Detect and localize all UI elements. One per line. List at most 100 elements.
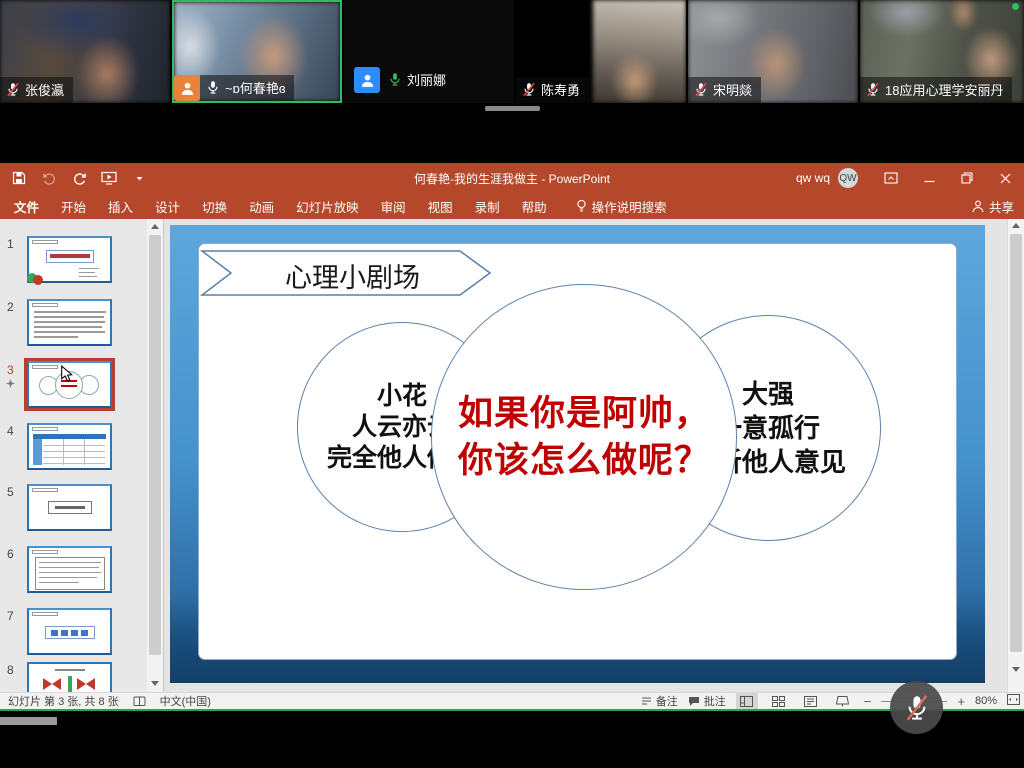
participant-tile[interactable]: 18应用心理学安丽丹: [860, 0, 1024, 103]
slide-thumbnail-7[interactable]: [27, 608, 112, 655]
reading-view-button[interactable]: [800, 693, 822, 709]
notes-toggle[interactable]: 备注: [641, 693, 678, 709]
slide-number: 2: [7, 300, 14, 314]
slide-number: 7: [7, 609, 14, 623]
participant-name: 宋明燚: [713, 80, 752, 99]
slide-thumbnail-1[interactable]: [27, 236, 112, 283]
close-button[interactable]: [986, 163, 1024, 193]
slide-title[interactable]: 心理小剧场: [270, 256, 435, 295]
tab-review[interactable]: 审阅: [370, 193, 417, 219]
participant-tile[interactable]: 陈寿勇: [516, 0, 686, 103]
comments-toggle[interactable]: 批注: [688, 693, 726, 709]
customize-qat-dropdown[interactable]: [130, 168, 148, 188]
muted-mic-icon: [904, 693, 930, 723]
zoom-level[interactable]: 80%: [975, 695, 997, 707]
tab-animations[interactable]: 动画: [238, 193, 285, 219]
tab-slideshow[interactable]: 幻灯片放映: [285, 193, 370, 219]
slide-thumbnail-8[interactable]: [27, 662, 112, 692]
slide-number: 6: [7, 547, 14, 561]
person-icon: [359, 72, 376, 89]
center-question-circle[interactable]: 如果你是阿帅， 你该怎么做呢？: [431, 284, 737, 590]
participant-tile[interactable]: 张俊瀛: [0, 0, 170, 103]
question-line2: 你该怎么做呢？: [458, 437, 710, 484]
ribbon-tab-row: 文件 开始 插入 设计 切换 动画 幻灯片放映 审阅 视图 录制 帮助 操作说明…: [0, 193, 1024, 219]
redo-button[interactable]: [70, 168, 88, 188]
participant-tile-video-off[interactable]: 刘丽娜: [344, 0, 514, 103]
title-bar: 何春艳-我的生涯我做主 - PowerPoint qw wq QW: [0, 163, 1024, 193]
slideshow-view-button[interactable]: [832, 693, 854, 709]
undo-button[interactable]: [40, 168, 58, 188]
account-name[interactable]: qw wq: [796, 171, 830, 185]
participant-tile-active-speaker[interactable]: ~ɒ何春艳ɞ: [172, 0, 342, 103]
tab-transitions[interactable]: 切换: [191, 193, 238, 219]
video-strip-drag-handle[interactable]: [485, 106, 540, 111]
person-icon: [972, 200, 984, 213]
slide-thumbnail-5[interactable]: [27, 484, 112, 531]
muted-mic-icon: [522, 82, 536, 97]
slide-thumbnail-4[interactable]: [27, 423, 112, 470]
participant-tile[interactable]: 宋明燚: [688, 0, 858, 103]
participant-name: 18应用心理学安丽丹: [885, 80, 1003, 99]
scroll-up-arrow[interactable]: [1012, 223, 1020, 228]
editing-area: 1 2 3: [0, 219, 1024, 692]
scroll-down-arrow[interactable]: [1012, 667, 1020, 672]
left-circle-line1: 小花: [377, 381, 427, 412]
language-indicator[interactable]: 中文(中国): [160, 693, 211, 709]
tab-record[interactable]: 录制: [464, 193, 511, 219]
participant-name: ~ɒ何春艳ɞ: [225, 78, 285, 97]
participant-name-label: 宋明燚: [688, 77, 761, 103]
ribbon-display-options-button[interactable]: [872, 163, 910, 193]
connection-dot: [1012, 3, 1019, 10]
lightbulb-icon: [576, 199, 587, 213]
slide-sorter-view-button[interactable]: [768, 693, 790, 709]
slide-number: 1: [7, 237, 14, 251]
scrollbar-thumb[interactable]: [1010, 234, 1022, 652]
accessibility-check-icon[interactable]: [133, 696, 146, 707]
participant-name-label: 陈寿勇: [516, 77, 589, 103]
participant-name: 陈寿勇: [541, 80, 580, 99]
slide-thumbnail-6[interactable]: [27, 546, 112, 593]
participant-name-label: ~ɒ何春艳ɞ: [200, 75, 294, 101]
tab-insert[interactable]: 插入: [97, 193, 144, 219]
slide-number: 4: [7, 424, 14, 438]
scroll-up-arrow[interactable]: [151, 224, 159, 229]
animation-star-icon: [6, 379, 15, 388]
right-circle-line1: 大强: [742, 377, 794, 411]
tell-me-search[interactable]: 操作说明搜索: [576, 197, 667, 216]
video-strip: 张俊瀛 ~ɒ何春艳ɞ 刘丽娜 陈寿勇 宋明燚: [0, 0, 1024, 103]
tab-file[interactable]: 文件: [0, 193, 50, 219]
quick-access-toolbar: [10, 163, 148, 193]
comment-icon: [688, 696, 700, 707]
scrollbar-thumb[interactable]: [149, 235, 161, 655]
slide-number: 8: [7, 663, 14, 677]
tab-view[interactable]: 视图: [417, 193, 464, 219]
tab-design[interactable]: 设计: [144, 193, 191, 219]
slide-canvas[interactable]: 心理小剧场 小花 人云亦云 完全他人做主 大强 一意孤行 不听他人意见 如果你是…: [170, 225, 985, 683]
minimize-button[interactable]: [910, 163, 948, 193]
webcam-video: [593, 0, 686, 103]
avatar-badge: [354, 67, 380, 93]
thumbnail-scrollbar[interactable]: [147, 219, 163, 692]
canvas-scrollbar[interactable]: [1007, 219, 1024, 692]
participant-name-label: 刘丽娜: [382, 67, 455, 93]
notes-icon: [641, 696, 652, 706]
share-button[interactable]: 共享: [972, 193, 1014, 219]
participant-name: 刘丽娜: [407, 70, 446, 89]
restore-button[interactable]: [948, 163, 986, 193]
fit-to-window-button[interactable]: [1007, 694, 1020, 708]
slide-number-selected: 3: [7, 363, 14, 377]
participant-name-label: 张俊瀛: [0, 77, 73, 103]
mouse-cursor: [60, 365, 74, 383]
muted-mic-icon: [6, 82, 20, 97]
tab-help[interactable]: 帮助: [511, 193, 558, 219]
start-slideshow-button[interactable]: [100, 168, 118, 188]
scroll-down-arrow[interactable]: [151, 681, 159, 686]
tab-home[interactable]: 开始: [50, 193, 97, 219]
account-avatar[interactable]: QW: [838, 168, 858, 188]
save-button[interactable]: [10, 168, 28, 188]
zoom-out-button[interactable]: −: [864, 694, 872, 709]
zoom-in-button[interactable]: +: [957, 694, 965, 709]
slide-thumbnail-2[interactable]: [27, 299, 112, 346]
normal-view-button[interactable]: [736, 693, 758, 709]
zoom-mute-button[interactable]: [890, 681, 943, 734]
